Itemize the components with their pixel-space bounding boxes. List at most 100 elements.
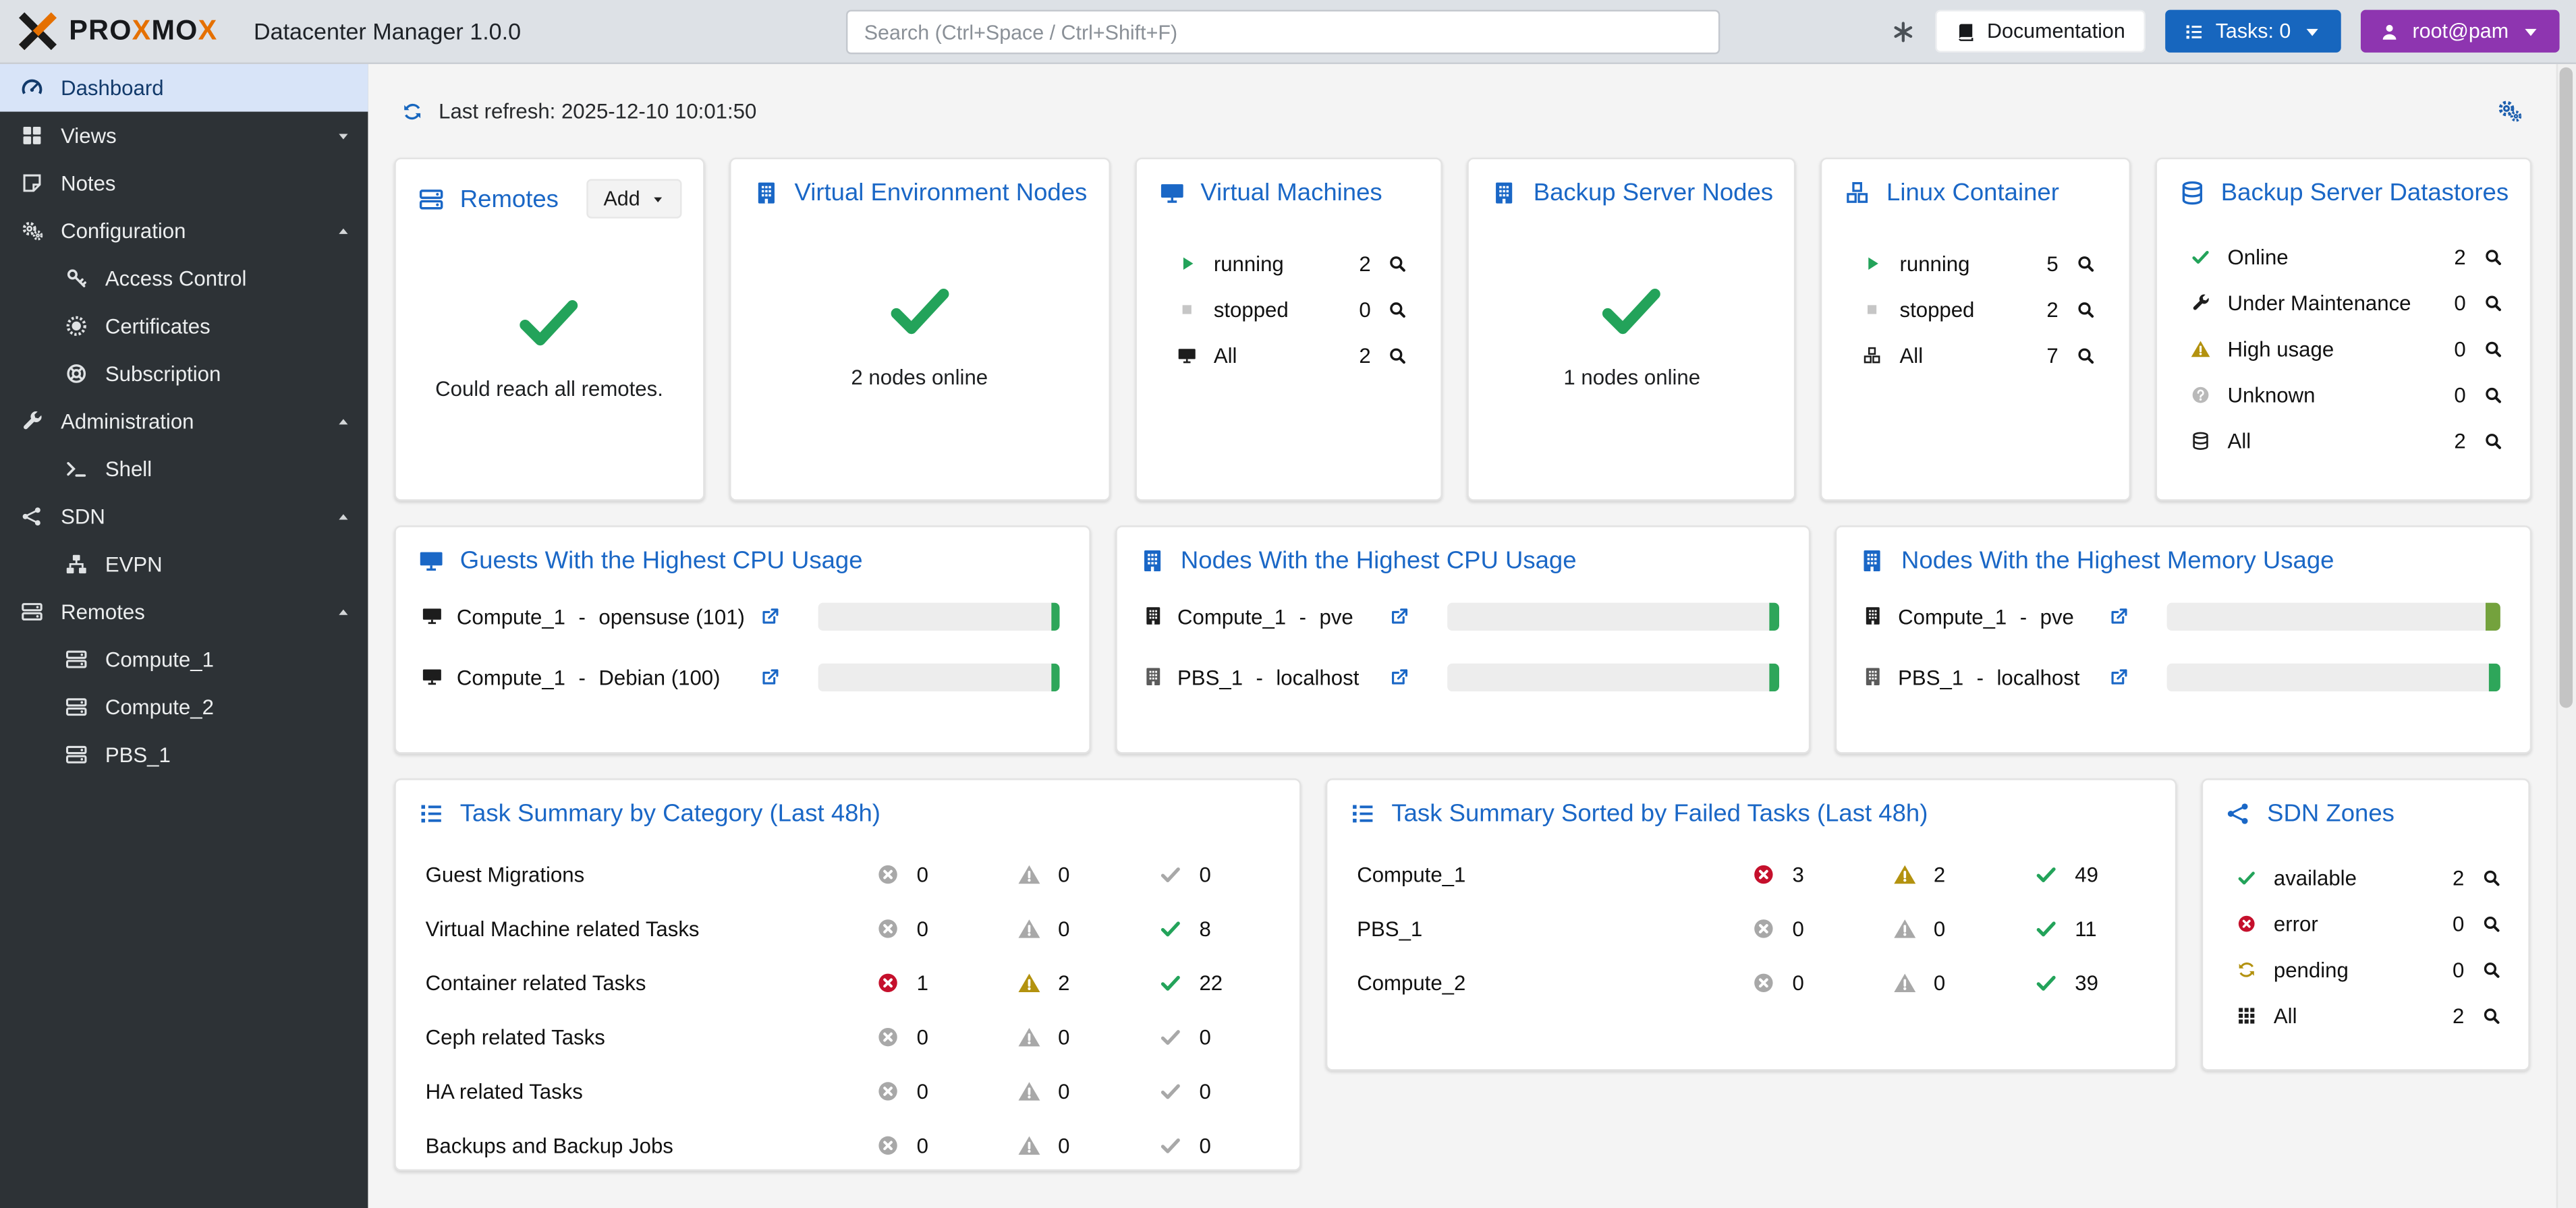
search-icon[interactable] xyxy=(2482,384,2504,405)
external-link-icon[interactable] xyxy=(1388,665,1411,688)
sidebar-item-subscription[interactable]: Subscription xyxy=(0,350,368,398)
play-icon xyxy=(1862,252,1884,274)
tasks-button[interactable]: Tasks: 0 xyxy=(2164,10,2342,53)
dashboard-content: Last refresh: 2025-12-10 10:01:50 Remote… xyxy=(368,64,2558,1208)
stop-square-icon xyxy=(1176,298,1198,320)
user-menu-button[interactable]: root@pam xyxy=(2361,10,2560,53)
vm-all-row: All 2 xyxy=(1136,332,1441,378)
search-icon[interactable] xyxy=(2075,344,2096,366)
check-icon xyxy=(1158,1133,1183,1158)
sidebar-item-label: Compute_2 xyxy=(105,695,214,720)
search-icon[interactable] xyxy=(2075,252,2096,274)
top-header-bar: PROXMOX Datacenter Manager 1.0.0 Documen… xyxy=(0,0,2576,64)
sidebar-item-label: Compute_1 xyxy=(105,647,214,672)
error-circle-icon xyxy=(1752,971,1776,996)
search-icon[interactable] xyxy=(1387,252,1409,274)
gauge-icon xyxy=(20,76,45,100)
sidebar-item-access-control[interactable]: Access Control xyxy=(0,254,368,302)
search-icon[interactable] xyxy=(2482,291,2504,313)
error-circle-icon xyxy=(876,1079,901,1104)
building-icon xyxy=(1138,547,1166,575)
search-icon[interactable] xyxy=(2482,337,2504,359)
sidebar-item-certificates[interactable]: Certificates xyxy=(0,302,368,350)
check-icon xyxy=(2034,971,2059,996)
dashboard-settings-gears-icon[interactable] xyxy=(2494,97,2525,125)
sidebar-item-administration[interactable]: Administration xyxy=(0,397,368,445)
database-icon xyxy=(2190,430,2212,451)
key-icon xyxy=(64,266,89,291)
refresh-icon[interactable] xyxy=(401,99,424,122)
chevron-down-icon xyxy=(650,192,665,206)
card-title: Linux Container xyxy=(1886,179,2059,206)
sidebar-item-evpn[interactable]: EVPN xyxy=(0,540,368,588)
search-icon[interactable] xyxy=(2075,298,2096,320)
warning-triangle-icon xyxy=(1893,862,1917,887)
stop-square-icon xyxy=(1862,298,1884,320)
search-icon[interactable] xyxy=(2481,913,2502,934)
sidebar-item-configuration[interactable]: Configuration xyxy=(0,207,368,255)
documentation-button[interactable]: Documentation xyxy=(1934,10,2145,53)
check-icon xyxy=(1158,862,1183,887)
sidebar-item-label: SDN xyxy=(61,505,105,529)
external-link-icon[interactable] xyxy=(2108,665,2131,688)
asterisk-icon[interactable] xyxy=(1890,19,1915,44)
sidebar-item-label: Dashboard xyxy=(61,76,163,100)
sidebar-item-shell[interactable]: Shell xyxy=(0,445,368,493)
card-title: Guests With the Highest CPU Usage xyxy=(460,547,863,575)
sidebar-item-views[interactable]: Views xyxy=(0,112,368,160)
proxmox-x-logo-icon xyxy=(16,10,59,53)
search-icon[interactable] xyxy=(2481,958,2502,980)
global-search-input[interactable] xyxy=(846,10,1720,55)
note-icon xyxy=(20,171,45,196)
task-list-icon xyxy=(1349,800,1376,828)
search-icon[interactable] xyxy=(2481,1004,2502,1026)
search-icon[interactable] xyxy=(2482,430,2504,451)
scrollbar-thumb[interactable] xyxy=(2560,67,2573,708)
add-remote-button[interactable]: Add xyxy=(587,179,681,218)
warning-triangle-icon xyxy=(1017,862,1042,887)
server-icon xyxy=(64,743,89,768)
desktop-icon xyxy=(420,665,443,688)
grid-all-icon xyxy=(2236,1004,2258,1026)
sidebar-item-dashboard[interactable]: Dashboard xyxy=(0,64,368,112)
search-icon[interactable] xyxy=(1387,344,1409,366)
sidebar-item-notes[interactable]: Notes xyxy=(0,159,368,207)
search-icon[interactable] xyxy=(2481,866,2502,888)
node-usage-row: Compute_1 - pve xyxy=(1141,600,1779,633)
sidebar-item-compute-1[interactable]: Compute_1 xyxy=(0,635,368,683)
task-list-icon xyxy=(417,800,445,828)
card-linux-container: Linux Container running 5 stopped 2 xyxy=(1821,158,2131,501)
card-backup-server-nodes: Backup Server Nodes 1 nodes online xyxy=(1467,158,1796,501)
book-icon xyxy=(1954,20,1976,42)
card-remotes: Remotes Add Could reach all remotes. xyxy=(394,158,704,501)
building-icon xyxy=(1141,665,1164,688)
external-link-icon[interactable] xyxy=(759,604,782,627)
success-check-icon xyxy=(882,272,957,347)
chevron-up-icon xyxy=(335,509,352,525)
sidebar-item-compute-2[interactable]: Compute_2 xyxy=(0,683,368,731)
vertical-scrollbar[interactable] xyxy=(2556,64,2576,1208)
sidebar-item-sdn[interactable]: SDN xyxy=(0,492,368,540)
search-icon[interactable] xyxy=(2482,246,2504,267)
lxc-all-row: All 7 xyxy=(1822,332,2129,378)
external-link-icon[interactable] xyxy=(759,665,782,688)
datastore-online-row: Online 2 xyxy=(2157,233,2530,279)
success-check-icon xyxy=(1594,272,1670,347)
card-title: Nodes With the Highest Memory Usage xyxy=(1901,547,2334,575)
building-icon xyxy=(752,179,779,206)
sdn-available-row: available 2 xyxy=(2203,854,2528,900)
guest-usage-row: Compute_1 - opensuse (101) xyxy=(420,600,1059,633)
card-backup-server-datastores: Backup Server Datastores Online 2 Under … xyxy=(2155,158,2531,501)
sidebar-item-pbs-1[interactable]: PBS_1 xyxy=(0,731,368,779)
server-icon xyxy=(64,647,89,672)
sidebar-item-label: Remotes xyxy=(61,600,145,625)
building-icon xyxy=(1859,547,1886,575)
sidebar-item-remotes[interactable]: Remotes xyxy=(0,588,368,636)
chevron-up-icon xyxy=(335,223,352,239)
gears-icon xyxy=(20,219,45,243)
external-link-icon[interactable] xyxy=(1388,604,1411,627)
memory-usage-bar xyxy=(2167,602,2500,629)
building-icon xyxy=(1141,604,1164,627)
search-icon[interactable] xyxy=(1387,298,1409,320)
external-link-icon[interactable] xyxy=(2108,604,2131,627)
